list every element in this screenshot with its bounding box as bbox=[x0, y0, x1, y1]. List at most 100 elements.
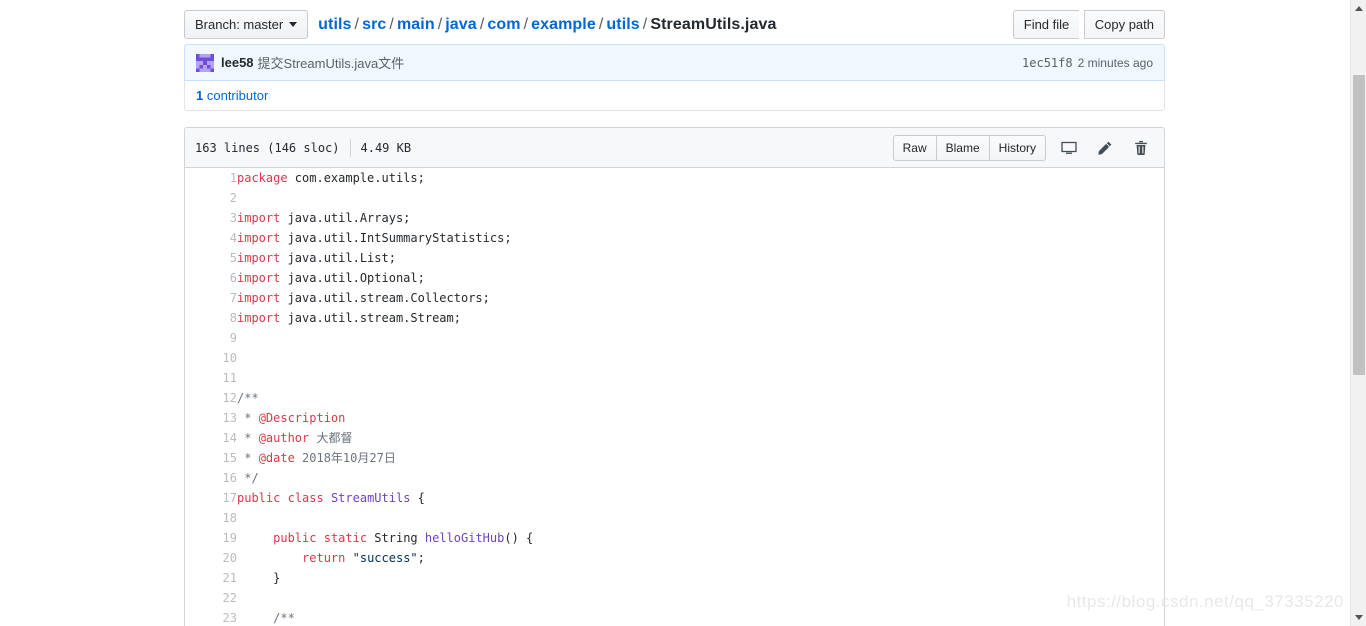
line-number[interactable]: 9 bbox=[185, 328, 237, 348]
copy-path-button[interactable]: Copy path bbox=[1083, 10, 1165, 39]
code-token: */ bbox=[237, 471, 259, 485]
chevron-down-icon bbox=[289, 22, 298, 27]
code-token: java.util.Arrays; bbox=[280, 211, 411, 225]
contributors-link[interactable]: 1 contributor bbox=[196, 88, 268, 103]
line-number[interactable]: 8 bbox=[185, 308, 237, 328]
code-line: 19 public static String helloGitHub() { bbox=[185, 528, 1164, 548]
breadcrumb-link[interactable]: java bbox=[445, 16, 477, 33]
code-line: 11​ bbox=[185, 368, 1164, 388]
line-number[interactable]: 17 bbox=[185, 488, 237, 508]
code-line: 15 * @date 2018年10月27日 bbox=[185, 448, 1164, 468]
line-number[interactable]: 3 bbox=[185, 208, 237, 228]
commit-message[interactable]: 提交StreamUtils.java文件 bbox=[258, 53, 405, 72]
code-line: 2​ bbox=[185, 188, 1164, 208]
line-code: return "success"; bbox=[237, 548, 1164, 568]
code-line: 16 */ bbox=[185, 468, 1164, 488]
code-token: @Description bbox=[258, 411, 346, 425]
code-token: "success" bbox=[352, 551, 418, 565]
line-number[interactable]: 14 bbox=[185, 428, 237, 448]
trash-icon[interactable] bbox=[1128, 135, 1154, 161]
line-number[interactable]: 10 bbox=[185, 348, 237, 368]
line-number[interactable]: 18 bbox=[185, 508, 237, 528]
code-token: package bbox=[237, 171, 288, 185]
breadcrumb-link[interactable]: utils bbox=[606, 16, 639, 33]
code-token: import bbox=[237, 231, 281, 245]
breadcrumb: utils / src / main / java / com / example / utils / St… bbox=[318, 16, 776, 34]
line-code: ​ bbox=[237, 328, 1164, 348]
breadcrumb-link[interactable]: utils bbox=[318, 16, 351, 33]
code-token: * bbox=[237, 411, 259, 425]
desktop-download-icon[interactable] bbox=[1056, 135, 1082, 161]
code-line: 10​ bbox=[185, 348, 1164, 368]
commit-author[interactable]: lee58 bbox=[221, 55, 254, 70]
code-line: 20 return "success"; bbox=[185, 548, 1164, 568]
code-line: 21 } bbox=[185, 568, 1164, 588]
commit-sha[interactable]: 1ec51f8 bbox=[1022, 56, 1073, 70]
line-number[interactable]: 12 bbox=[185, 388, 237, 408]
code-line: 12/** bbox=[185, 388, 1164, 408]
code-token: @author bbox=[258, 431, 310, 445]
line-number[interactable]: 5 bbox=[185, 248, 237, 268]
find-file-button[interactable]: Find file bbox=[1012, 10, 1080, 39]
line-number[interactable]: 13 bbox=[185, 408, 237, 428]
code-token: static bbox=[323, 531, 368, 545]
code-token: public bbox=[237, 491, 281, 505]
code-line: 23 /** bbox=[185, 608, 1164, 626]
line-number[interactable]: 22 bbox=[185, 588, 237, 608]
line-number[interactable]: 21 bbox=[185, 568, 237, 588]
code-line: 6 import java.util.Optional; bbox=[185, 268, 1164, 288]
line-number[interactable]: 16 bbox=[185, 468, 237, 488]
breadcrumb-separator: / bbox=[437, 15, 443, 33]
line-number[interactable]: 2 bbox=[185, 188, 237, 208]
line-number[interactable]: 6 bbox=[185, 268, 237, 288]
line-number[interactable]: 23 bbox=[185, 608, 237, 626]
contributors-bar: 1 contributor bbox=[184, 81, 1165, 111]
line-code: /** bbox=[237, 388, 1164, 408]
contributor-count: 1 bbox=[196, 88, 204, 103]
line-number[interactable]: 20 bbox=[185, 548, 237, 568]
history-button[interactable]: History bbox=[988, 134, 1046, 161]
code-token: * bbox=[237, 451, 259, 465]
code-line: 3 import java.util.Arrays; bbox=[185, 208, 1164, 228]
breadcrumb-link[interactable]: main bbox=[397, 16, 435, 33]
branch-select-label: Branch: master bbox=[195, 17, 284, 32]
line-number[interactable]: 15 bbox=[185, 448, 237, 468]
scrollbar-thumb[interactable] bbox=[1353, 75, 1365, 375]
code-token: import bbox=[237, 271, 281, 285]
line-number[interactable]: 19 bbox=[185, 528, 237, 548]
avatar bbox=[196, 53, 214, 72]
line-number[interactable]: 11 bbox=[185, 368, 237, 388]
scroll-down-arrow-icon[interactable] bbox=[1351, 609, 1366, 626]
breadcrumb-link[interactable]: com bbox=[487, 16, 520, 33]
code-token: return bbox=[302, 551, 346, 565]
file-info: 163 lines (146 sloc) 4.49 KB bbox=[195, 138, 411, 157]
line-code: ​ bbox=[237, 348, 1164, 368]
line-number[interactable]: 4 bbox=[185, 228, 237, 248]
code-token: StreamUtils bbox=[330, 491, 411, 505]
code-line: 5 import java.util.List; bbox=[185, 248, 1164, 268]
breadcrumb-separator: / bbox=[642, 15, 648, 33]
line-number[interactable]: 7 bbox=[185, 288, 237, 308]
breadcrumb-link[interactable]: src bbox=[362, 16, 386, 33]
code-token: import bbox=[237, 291, 281, 305]
code-blob-wrapper[interactable]: 1package com.example.utils;2​3import jav… bbox=[185, 168, 1164, 626]
code-token: { bbox=[410, 491, 425, 505]
raw-button[interactable]: Raw bbox=[892, 134, 936, 161]
branch-select-button[interactable]: Branch: master bbox=[184, 10, 309, 39]
blame-button[interactable]: Blame bbox=[935, 134, 989, 161]
line-number[interactable]: 1 bbox=[185, 168, 237, 188]
code-line: 17 public class StreamUtils { bbox=[185, 488, 1164, 508]
commit-time: 2 minutes ago bbox=[1077, 55, 1153, 70]
code-token: String bbox=[367, 531, 425, 545]
pencil-icon[interactable] bbox=[1092, 135, 1118, 161]
commit-meta: 1ec51f8 2 minutes ago bbox=[1022, 56, 1153, 70]
breadcrumb-link[interactable]: example bbox=[531, 16, 596, 33]
code-line: 8 import java.util.stream.Stream; bbox=[185, 308, 1164, 328]
browser-scrollbar[interactable] bbox=[1350, 0, 1366, 626]
code-token: import bbox=[237, 211, 281, 225]
file-info-divider bbox=[349, 138, 351, 157]
latest-commit-bar: lee58 提交StreamUtils.java文件 1ec51f8 2 min… bbox=[184, 44, 1165, 81]
blob-view-button-group: Raw Blame History bbox=[892, 134, 1046, 161]
scroll-up-arrow-icon[interactable] bbox=[1351, 0, 1366, 17]
